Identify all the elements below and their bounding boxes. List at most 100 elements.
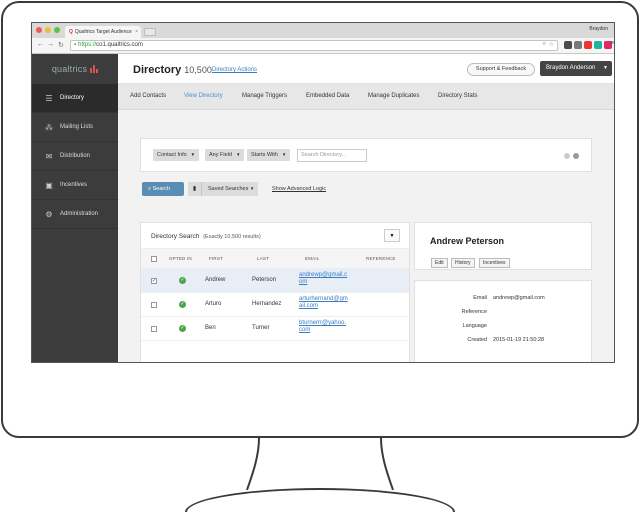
tab-manage-triggers[interactable]: Manage Triggers xyxy=(242,93,287,99)
envelope-icon: ✉ xyxy=(45,151,53,161)
table-row[interactable]: ✓ Arturo Hernandez arturhernand@gm ail.co… xyxy=(141,293,409,317)
browser-tab-bar: Q Qualtrics Target Audience × Braydon xyxy=(32,23,614,38)
list-icon: ☰ xyxy=(45,93,53,103)
page-header: Directory 10,500 Directory Actions Suppor… xyxy=(118,54,614,84)
created-value: 2015-01-19 21:50:28 xyxy=(493,337,545,343)
select-all-checkbox[interactable] xyxy=(151,256,157,263)
reference-label: Reference xyxy=(461,309,487,315)
first-name-cell: Arturo xyxy=(205,301,222,307)
browser-user[interactable]: Braydon xyxy=(589,26,608,32)
sidebar-item-mailing-lists[interactable]: ⁂ Mailing Lists xyxy=(32,113,118,142)
column-reference[interactable]: REFERENCE xyxy=(366,256,396,261)
any-field-dropdown[interactable]: Any Field ▼ xyxy=(205,149,245,161)
row-checkbox[interactable] xyxy=(151,326,157,332)
table-header: OPTED IN FIRST LAST EMAIL REFERENCE xyxy=(141,249,409,269)
results-count: (Exactly 10,500 results) xyxy=(203,234,261,240)
minimize-window-icon[interactable] xyxy=(45,27,51,33)
search-button[interactable]: ⌕ Search xyxy=(142,182,184,196)
qualtrics-app: qualtrics ☰ Directory ⁂ Mailing Lists ✉ Dis… xyxy=(32,54,614,362)
back-arrow-icon[interactable]: ← xyxy=(37,41,44,48)
sidebar-item-directory[interactable]: ☰ Directory xyxy=(32,84,118,113)
filter-panel: Contact Info ▼ Any Field ▼ Starts With ▼ Se… xyxy=(140,138,592,172)
column-email[interactable]: EMAIL xyxy=(305,256,320,261)
sub-navigation: Add Contacts View Directory Manage Trigg… xyxy=(118,84,614,110)
sidebar-item-distribution[interactable]: ✉ Distribution xyxy=(32,142,118,171)
row-checkbox[interactable]: ✓ xyxy=(151,278,157,284)
saved-searches-label: Saved Searches xyxy=(208,186,249,192)
browser-tab[interactable]: Q Qualtrics Target Audience × xyxy=(65,26,141,38)
results-options-dropdown[interactable]: ▼ xyxy=(384,229,400,242)
extension-opera-icon[interactable] xyxy=(584,41,592,49)
history-button[interactable]: History xyxy=(451,258,475,268)
email-line-1: arturhernand@gm xyxy=(299,296,348,302)
email-line-2: com xyxy=(299,327,311,333)
reload-icon[interactable]: ↻ xyxy=(58,41,64,49)
directory-actions-link[interactable]: Directory Actions xyxy=(212,67,257,73)
extension-1-icon[interactable] xyxy=(564,41,572,49)
contact-info-dropdown[interactable]: Contact Info ▼ xyxy=(153,149,200,161)
email-line-1: bturnerrr@yahoo. xyxy=(299,320,347,326)
gear-icon: ⚙ xyxy=(45,209,53,219)
sidebar-item-administration[interactable]: ⚙ Administration xyxy=(32,200,118,229)
url-input[interactable]: ▪ https://co1.qualtrics.com ☆ ⌕ xyxy=(70,40,558,51)
logo-bars-icon xyxy=(90,65,99,73)
maximize-window-icon[interactable] xyxy=(54,27,60,33)
contact-details: Email andrewp@gmail.com Reference Langua… xyxy=(414,280,592,362)
results-title: Directory Search (Exactly 10,500 results… xyxy=(151,233,261,240)
extension-2-icon[interactable] xyxy=(574,41,582,49)
table-row[interactable]: ✓ Ben Turner bturnerrr@yahoo. com xyxy=(141,317,409,341)
saved-searches-group: ▮ Saved Searches ▼ xyxy=(188,182,259,196)
starts-with-dropdown[interactable]: Starts With ▼ xyxy=(247,149,291,161)
main-content: Directory 10,500 Directory Actions Suppor… xyxy=(118,54,614,362)
user-menu-button[interactable]: Braydon Anderson ▼ xyxy=(540,61,612,76)
dropdown-label: Any Field xyxy=(209,152,232,158)
sidebar-item-incentives[interactable]: ▣ Incentives xyxy=(32,171,118,200)
menu-icon[interactable]: ≡ xyxy=(610,40,614,47)
email-value: andrewp@gmail.com xyxy=(493,295,545,301)
table-row[interactable]: ✓ ✓ Andrew Peterson andrewp@gmail.c om xyxy=(141,269,409,293)
bookmark-icon[interactable]: ▮ xyxy=(188,182,202,196)
search-button-label: Search xyxy=(152,186,171,192)
opted-in-check-icon: ✓ xyxy=(179,277,186,284)
tab-title: Qualtrics Target Audience xyxy=(74,29,132,35)
extension-3-icon[interactable] xyxy=(594,41,602,49)
tab-view-directory[interactable]: View Directory xyxy=(184,93,223,99)
qualtrics-logo[interactable]: qualtrics xyxy=(32,54,118,84)
results-title-text: Directory Search xyxy=(151,233,200,240)
zoom-icon[interactable]: ⌕ xyxy=(543,41,546,48)
incentives-button[interactable]: Incentives xyxy=(479,258,510,268)
search-directory-input[interactable]: Search Directory... xyxy=(297,149,367,162)
support-feedback-button[interactable]: Support & Feedback xyxy=(467,63,535,76)
column-opted-in[interactable]: OPTED IN xyxy=(169,256,192,261)
dropdown-label: Contact Info xyxy=(157,152,187,158)
column-first[interactable]: FIRST xyxy=(209,256,223,261)
advanced-logic-link[interactable]: Show Advanced Logic xyxy=(272,186,326,192)
sidebar-item-label: Incentives xyxy=(60,182,88,188)
tab-manage-duplicates[interactable]: Manage Duplicates xyxy=(368,93,419,99)
contact-profile-header: Andrew Peterson Edit History Incentives xyxy=(414,222,592,270)
tab-directory-stats[interactable]: Directory Stats xyxy=(438,93,477,99)
remove-filter-icon[interactable] xyxy=(564,153,570,159)
sidebar-item-label: Directory xyxy=(60,95,85,101)
tab-add-contacts[interactable]: Add Contacts xyxy=(130,93,166,99)
saved-searches-dropdown[interactable]: Saved Searches ▼ xyxy=(202,182,259,196)
edit-button[interactable]: Edit xyxy=(431,258,448,268)
logo-text: qualtrics xyxy=(51,64,88,74)
email-link[interactable]: arturhernand@gm ail.com xyxy=(299,296,353,310)
sidebar: qualtrics ☰ Directory ⁂ Mailing Lists ✉ Dis… xyxy=(32,54,118,362)
close-tab-icon[interactable]: × xyxy=(135,29,138,35)
column-last[interactable]: LAST xyxy=(257,256,269,261)
close-window-icon[interactable] xyxy=(36,27,42,33)
created-label: Created xyxy=(467,337,487,343)
sidebar-item-label: Administration xyxy=(60,211,99,217)
gift-icon: ▣ xyxy=(45,180,53,190)
forward-arrow-icon[interactable]: → xyxy=(47,41,54,48)
add-filter-icon[interactable] xyxy=(573,153,579,159)
star-icon[interactable]: ☆ xyxy=(549,41,554,48)
row-checkbox[interactable] xyxy=(151,302,157,308)
tab-embedded-data[interactable]: Embedded Data xyxy=(306,93,349,99)
new-tab-button[interactable] xyxy=(144,28,156,36)
email-link[interactable]: andrewp@gmail.c om xyxy=(299,272,353,286)
lock-icon: ▪ xyxy=(74,42,77,48)
email-link[interactable]: bturnerrr@yahoo. com xyxy=(299,320,353,334)
